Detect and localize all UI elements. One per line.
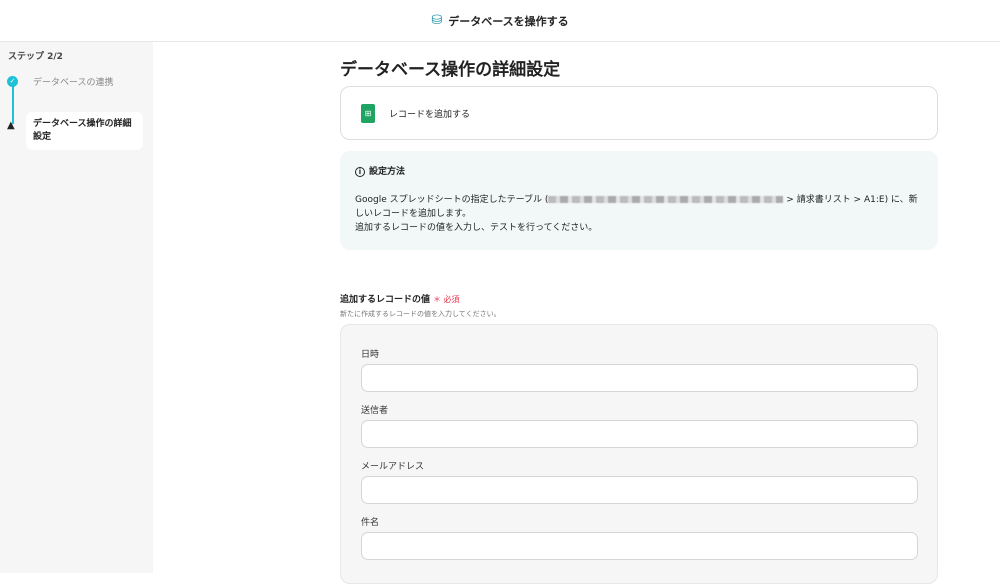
redacted-text — [548, 196, 784, 203]
info-line2: 追加するレコードの値を入力し、テストを行ってください。 — [355, 223, 598, 233]
check-icon: ✓ — [7, 76, 18, 87]
subject-input[interactable] — [361, 532, 918, 560]
step-counter: ステップ 2/2 — [8, 52, 63, 62]
datetime-input[interactable] — [361, 364, 918, 392]
page-title: データベース操作の詳細設定 — [340, 60, 561, 80]
sidebar-step-db-settings[interactable]: データベース操作の詳細設定 — [26, 112, 143, 150]
section-description: 新たに作成するレコードの値を入力してください。 — [340, 310, 501, 318]
warning-icon: ▲ — [7, 120, 15, 131]
email-input[interactable] — [361, 476, 918, 504]
info-line1-pre: Google スプレッドシートの指定したテーブル ( — [355, 195, 549, 205]
action-label: レコードを追加する — [389, 109, 471, 120]
info-icon: i — [355, 167, 365, 177]
field-label-email: メールアドレス — [361, 462, 425, 472]
info-text: Google スプレッドシートの指定したテーブル ( > 請求書リスト > A1… — [355, 193, 923, 221]
action-card[interactable]: ⊞ レコードを追加する — [340, 86, 938, 140]
field-label-subject: 件名 — [361, 518, 380, 528]
database-icon: ⛁ — [431, 13, 443, 28]
required-badge: ＊ 必須 — [433, 295, 460, 304]
sidebar-step-db-link[interactable]: データベースの連携 — [33, 75, 114, 88]
section-label: 追加するレコードの値＊ 必須 — [340, 292, 460, 305]
record-fields-box: 日時 送信者 メールアドレス 件名 — [340, 324, 938, 584]
sender-input[interactable] — [361, 420, 918, 448]
info-title: 設定方法 — [369, 167, 406, 177]
field-label-sender: 送信者 — [361, 406, 389, 416]
section-title: 追加するレコードの値 — [340, 295, 431, 305]
info-box: i 設定方法 Google スプレッドシートの指定したテーブル ( > 請求書リス… — [340, 151, 938, 250]
step-connector — [12, 82, 14, 124]
google-sheets-icon: ⊞ — [361, 103, 375, 123]
field-label-datetime: 日時 — [361, 350, 380, 360]
header: ⛁ データベースを操作する — [0, 0, 1000, 42]
header-title: データベースを操作する — [448, 14, 569, 28]
sidebar: ステップ 2/2 ✓ データベースの連携 ▲ データベース操作の詳細設定 — [0, 42, 153, 573]
